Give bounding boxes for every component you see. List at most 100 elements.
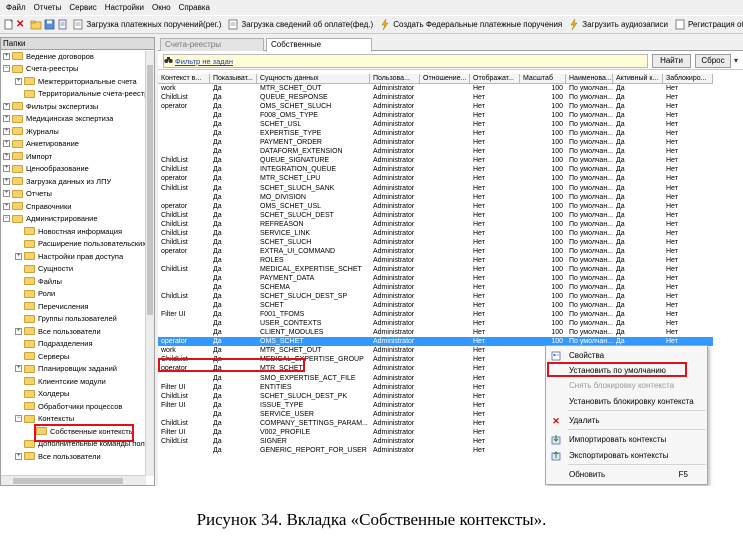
menu-service[interactable]: Сервис bbox=[67, 3, 102, 12]
tree-node[interactable]: + Все пользователи bbox=[1, 325, 154, 338]
table-row[interactable]: Да USER_CONTEXTS Administrator Нет 100 По умо… bbox=[158, 319, 713, 328]
table-row[interactable]: operator Да OMS_SCHET_USL Administrator Нет 1… bbox=[158, 202, 713, 211]
context-menu-item-refresh[interactable]: Обновить F5 bbox=[547, 468, 706, 481]
tree-node[interactable]: + Справочники bbox=[1, 200, 154, 213]
expand-icon[interactable]: + bbox=[3, 177, 10, 185]
table-row[interactable]: Да SCHEMA Administrator Нет 100 По умолчан...… bbox=[158, 283, 713, 292]
expand-icon[interactable]: + bbox=[3, 127, 10, 135]
table-row[interactable]: Да PAYMENT_DATA Administrator Нет 100 По умол… bbox=[158, 274, 713, 283]
expand-icon[interactable]: + bbox=[15, 327, 22, 335]
table-row[interactable]: ChildList Да REFREASON Administrator Нет 100 П… bbox=[158, 220, 713, 229]
tree-node[interactable]: Обработчики процессов bbox=[1, 400, 154, 413]
expand-icon[interactable]: + bbox=[3, 102, 10, 110]
tree-node[interactable]: Файлы bbox=[1, 275, 154, 288]
tree-node[interactable]: + Межтерриториальные счета bbox=[1, 75, 154, 88]
column-header[interactable]: Отображат... bbox=[470, 74, 520, 84]
tree-node[interactable]: + Отчеты bbox=[1, 188, 154, 201]
expand-icon[interactable]: + bbox=[15, 252, 22, 260]
register-request-button[interactable]: Регистрация обращения bbox=[675, 19, 743, 30]
table-row[interactable]: operator Да EXTRA_UI_COMMAND Administrator Н… bbox=[158, 247, 713, 256]
column-header[interactable]: Масштаб bbox=[520, 74, 566, 84]
menu-settings[interactable]: Настройки bbox=[103, 3, 150, 12]
table-row[interactable]: work Да MTR_SCHET_OUT Administrator Нет 100 По… bbox=[158, 84, 713, 93]
menu-help[interactable]: Справка bbox=[177, 3, 216, 12]
table-row[interactable]: ChildList Да SERVICE_LINK Administrator Нет 1… bbox=[158, 229, 713, 238]
column-header[interactable]: Показыват... bbox=[210, 74, 257, 84]
load-audio-button[interactable]: Загрузить аудиозаписи bbox=[569, 18, 668, 31]
menu-reports[interactable]: Отчеты bbox=[32, 3, 68, 12]
tree-node[interactable]: + Все пользователи bbox=[1, 450, 154, 463]
collapse-icon[interactable]: − bbox=[15, 415, 22, 423]
column-header[interactable]: Сущность данных bbox=[257, 74, 370, 84]
table-row[interactable]: Да PAYMENT_ORDER Administrator Нет 100 По умо… bbox=[158, 138, 713, 147]
column-header[interactable]: Активный к... bbox=[613, 74, 663, 84]
collapse-icon[interactable]: − bbox=[3, 215, 10, 223]
find-button[interactable]: Найти bbox=[652, 54, 691, 68]
expand-icon[interactable]: + bbox=[15, 452, 22, 460]
table-row[interactable]: Да ROLES Administrator Нет 100 По умолчан... Д… bbox=[158, 256, 713, 265]
tree-node[interactable]: + Анкетирование bbox=[1, 138, 154, 151]
table-row[interactable]: operator Да OMS_SCHET_SLUCH Administrator Не… bbox=[158, 102, 713, 111]
new-document-icon[interactable] bbox=[3, 18, 14, 31]
folders-vertical-scrollbar[interactable] bbox=[145, 51, 154, 476]
table-row[interactable]: ChildList Да SCHET_SLUCH Administrator Нет 10… bbox=[158, 238, 713, 247]
expand-icon[interactable]: + bbox=[15, 77, 22, 85]
context-menu-item-lock-context[interactable]: Установить блокировку контекста bbox=[547, 395, 706, 408]
expand-icon[interactable]: + bbox=[3, 52, 10, 60]
expand-icon[interactable]: + bbox=[3, 152, 10, 160]
tab-invoice-registers[interactable]: Счета-реестры bbox=[160, 38, 264, 51]
folders-horizontal-scrollbar[interactable] bbox=[1, 475, 146, 485]
tree-node[interactable]: Сущности bbox=[1, 263, 154, 276]
expand-icon[interactable]: + bbox=[3, 165, 10, 173]
table-row[interactable]: ChildList Да MEDICAL_EXPERTISE_SCHET Admini… bbox=[158, 265, 713, 274]
tree-node[interactable]: Клиентские модули bbox=[1, 375, 154, 388]
save-icon[interactable] bbox=[44, 18, 55, 31]
tree-node[interactable]: Расширение пользовательских сп bbox=[1, 238, 154, 251]
tree-node[interactable]: − Администрирование bbox=[1, 213, 154, 226]
tree-node[interactable]: Группы пользователей bbox=[1, 313, 154, 326]
expand-icon[interactable]: + bbox=[3, 190, 10, 198]
context-menu-item-properties[interactable]: Свойства bbox=[547, 349, 706, 362]
create-federal-payment-orders-button[interactable]: Создать Федеральные платежные поручения bbox=[380, 18, 562, 31]
tree-node[interactable]: + Медицинская экспертиза bbox=[1, 113, 154, 126]
tree-node[interactable]: + Фильтры экспертизы bbox=[1, 100, 154, 113]
filter-search-field[interactable] bbox=[163, 54, 648, 68]
table-row[interactable]: Да EXPERTISE_TYPE Administrator Нет 100 По ум… bbox=[158, 129, 713, 138]
menu-file[interactable]: Файл bbox=[4, 3, 32, 12]
tree-node[interactable]: + Планировщик заданий bbox=[1, 363, 154, 376]
scrollbar-thumb[interactable] bbox=[13, 478, 123, 484]
table-row[interactable]: Да CLIENT_MODULES Administrator Нет 100 По ум… bbox=[158, 328, 713, 337]
table-row[interactable]: ChildList Да INTEGRATION_QUEUE Administrato… bbox=[158, 165, 713, 174]
context-menu-item-delete[interactable]: ✕ Удалить bbox=[547, 414, 706, 427]
expand-icon[interactable]: + bbox=[3, 202, 10, 210]
tree-node[interactable]: − Счета-реестры bbox=[1, 63, 154, 76]
collapse-icon[interactable]: − bbox=[3, 65, 10, 73]
table-row[interactable]: ChildList Да SCHET_SLUCH_DEST Administrator… bbox=[158, 211, 713, 220]
expand-icon[interactable]: + bbox=[3, 140, 10, 148]
tree-node[interactable]: + Журналы bbox=[1, 125, 154, 138]
tree-node[interactable]: Перечисления bbox=[1, 300, 154, 313]
tree-node[interactable]: Территориальные счета-реестры bbox=[1, 88, 154, 101]
table-row[interactable]: Filter UI Да F001_TFOMS Administrator Нет 100… bbox=[158, 310, 713, 319]
table-row[interactable]: ChildList Да QUEUE_SIGNATURE Administrator Н… bbox=[158, 156, 713, 165]
expand-icon[interactable]: + bbox=[3, 115, 10, 123]
tree-node[interactable]: Роли bbox=[1, 288, 154, 301]
tree-node[interactable]: + Импорт bbox=[1, 150, 154, 163]
table-row[interactable]: Да F008_OMS_TYPE Administrator Нет 100 По умо… bbox=[158, 111, 713, 120]
tree-node[interactable]: + Ведение договоров bbox=[1, 50, 154, 63]
delete-icon[interactable]: ✕ bbox=[16, 18, 24, 31]
table-row[interactable]: Да DATAFORM_EXTENSION Administrator Нет 100 П… bbox=[158, 147, 713, 156]
filter-link[interactable]: Фильтр не задан bbox=[175, 57, 233, 66]
tree-node[interactable]: Холдеры bbox=[1, 388, 154, 401]
scrollbar-thumb[interactable] bbox=[147, 65, 153, 315]
open-folder-icon[interactable] bbox=[30, 18, 42, 31]
table-row[interactable]: ChildList Да SCHET_SLUCH_SANK Administrator… bbox=[158, 184, 713, 193]
column-header[interactable]: Заблокиро... bbox=[663, 74, 713, 84]
column-header[interactable]: Отношение... bbox=[420, 74, 470, 84]
column-header[interactable]: Контекст в... bbox=[158, 74, 210, 84]
table-row[interactable]: Да MO_DIVISION Administrator Нет 100 По умолч… bbox=[158, 193, 713, 202]
table-row[interactable]: Да SCHET Administrator Нет 100 По умолчан... Д… bbox=[158, 301, 713, 310]
document-icon[interactable] bbox=[57, 18, 68, 31]
column-header[interactable]: Пользова... bbox=[370, 74, 420, 84]
load-payment-orders-reg-button[interactable]: Загрузка платежных поручений(рег.) bbox=[73, 19, 221, 30]
